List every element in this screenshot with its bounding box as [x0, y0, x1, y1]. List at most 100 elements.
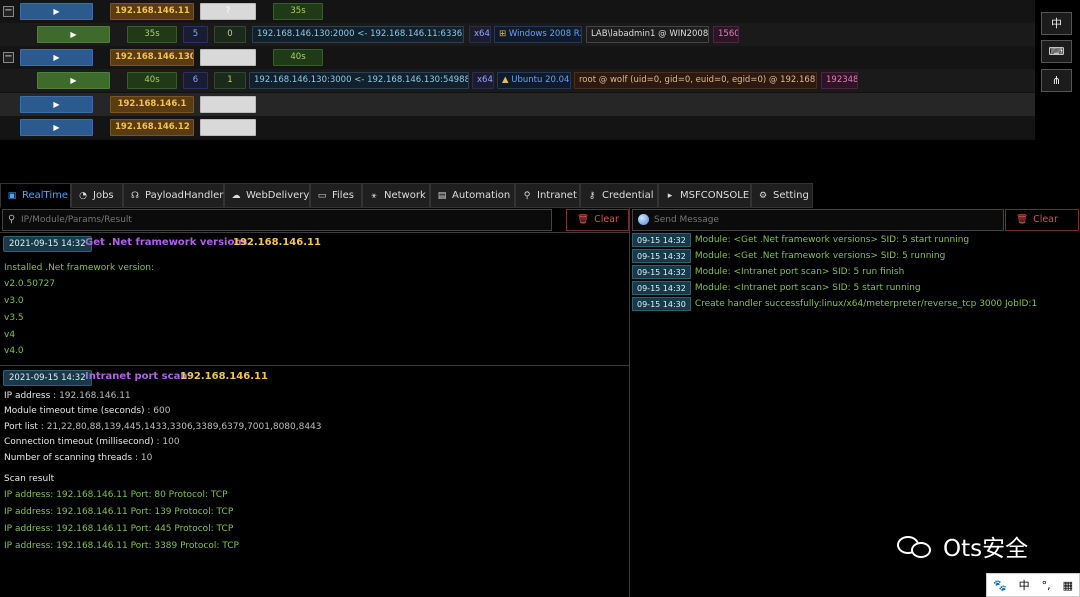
param-key: IP address [4, 391, 51, 401]
log-message: Create handler successfully:linux/x64/me… [694, 299, 1038, 309]
session-os-label: Windows 2008 R2 [508, 29, 582, 39]
headset-icon: ☊ [131, 191, 139, 201]
tab-msfconsole[interactable]: ▸ MSFCONSOLE [658, 183, 751, 208]
clear-label: Clear [1033, 214, 1058, 225]
watermark-text: Ots安全 [943, 536, 1029, 562]
log-time: 09-15 14:32 [632, 249, 691, 263]
host-row[interactable]: − ▶ 192.168.146.11 ? 35s [0, 0, 1035, 23]
param-key: Module timeout time (seconds) [4, 406, 145, 416]
session-os-label: Ubuntu 20.04 [511, 75, 570, 85]
collapse-icon[interactable]: − [3, 6, 14, 17]
log-message: Module: <Get .Net framework versions> SI… [694, 251, 946, 261]
session-tunnel: 192.168.146.130:3000 <- 192.168.146.130:… [249, 72, 469, 89]
search-input[interactable] [21, 210, 549, 230]
paw-icon[interactable]: 🐾 [993, 579, 1007, 592]
result-ip: 192.168.146.11 [180, 371, 268, 382]
session-os: ▲ Ubuntu 20.04 [497, 72, 571, 89]
console-icon[interactable]: ⌨ [1041, 40, 1072, 63]
result-line: v3.5 [4, 313, 24, 323]
tab-label: Setting [773, 190, 809, 201]
tab-webdelivery[interactable]: ☁ WebDelivery [224, 183, 310, 208]
param-value: 21,22,80,88,139,445,1433,3306,3389,6379,… [46, 422, 322, 432]
host-status [200, 96, 256, 113]
param-value: 192.168.146.11 [59, 391, 131, 401]
result-module-title: Get .Net framework versions [85, 237, 248, 248]
ime-tray[interactable]: 🐾 中 °, ▦ [986, 573, 1080, 597]
trash-icon: 🗑 [1016, 214, 1029, 225]
ime-language[interactable]: 中 [1019, 577, 1030, 593]
clear-label: Clear [594, 214, 619, 225]
host-action-button[interactable]: ▶ [20, 119, 93, 136]
tab-setting[interactable]: ⚙ Setting [751, 183, 813, 208]
tab-label: WebDelivery [246, 190, 310, 201]
session-action-button[interactable]: ▶ [37, 26, 110, 43]
tab-label: Jobs [93, 190, 114, 201]
watermark: Ots安全 [897, 530, 1028, 562]
session-action-button[interactable]: ▶ [37, 72, 110, 89]
session-user: root @ wolf (uid=0, gid=0, euid=0, egid=… [574, 72, 817, 89]
result-ip: 192.168.146.11 [233, 237, 321, 248]
log-row: 09-15 14:32 Module: <Intranet port scan> … [632, 265, 904, 279]
grid-icon[interactable]: ▦ [1063, 579, 1073, 592]
host-table: − ▶ 192.168.146.11 ? 35s ▶ 35s 5 0 192.1… [0, 0, 1035, 140]
host-action-button[interactable]: ▶ [20, 96, 93, 113]
host-action-button[interactable]: ▶ [20, 49, 93, 66]
session-pid: 192348 [821, 72, 858, 89]
session-count: 0 [214, 26, 246, 43]
tab-credential[interactable]: ⚷ Credential [580, 183, 658, 208]
tab-realtime[interactable]: ▣ RealTime [0, 183, 71, 208]
session-time: 35s [127, 26, 177, 43]
wechat-icon [897, 533, 937, 559]
message-input[interactable] [654, 210, 1000, 230]
host-row[interactable]: − ▶ 192.168.146.130 40s [0, 46, 1035, 69]
session-arch: x64 [469, 26, 491, 43]
key-icon: ⚷ [588, 191, 596, 201]
param-line: Port list : 21,22,80,88,139,445,1433,330… [4, 422, 322, 432]
result-line: v2.0.50727 [4, 279, 56, 289]
log-time: 09-15 14:30 [632, 297, 691, 311]
host-action-button[interactable]: ▶ [20, 3, 93, 20]
result-block: 2021-09-15 14:32 Get .Net framework vers… [0, 232, 629, 365]
language-button[interactable]: 中 [1041, 12, 1072, 35]
tab-network[interactable]: ⚹ Network [362, 183, 430, 208]
tab-payloadhandler[interactable]: ☊ PayloadHandler [123, 183, 224, 208]
clear-messages-button[interactable]: 🗑 Clear [1005, 209, 1079, 231]
log-time: 09-15 14:32 [632, 265, 691, 279]
log-message: Module: <Get .Net framework versions> SI… [694, 235, 970, 245]
host-row[interactable]: ▶ 192.168.146.12 [0, 116, 1035, 139]
tab-automation[interactable]: ▤ Automation [430, 183, 515, 208]
scan-line: IP address: 192.168.146.11 Port: 445 Pro… [4, 524, 234, 534]
network-topology-icon[interactable]: ⋔ [1041, 69, 1072, 92]
scan-line: IP address: 192.168.146.11 Port: 139 Pro… [4, 507, 234, 517]
tab-files[interactable]: ▭ Files [310, 183, 362, 208]
log-time: 09-15 14:32 [632, 281, 691, 295]
session-row[interactable]: ▶ 35s 5 0 192.168.146.130:2000 <- 192.16… [0, 23, 1035, 46]
result-time: 2021-09-15 14:32 [3, 236, 92, 252]
realtime-results-panel: ⚲ 🗑 Clear 2021-09-15 14:32 Get .Net frame… [0, 208, 630, 597]
param-value: 100 [162, 437, 180, 447]
session-row[interactable]: ▶ 40s 6 1 192.168.146.130:3000 <- 192.16… [0, 69, 1035, 92]
log-message: Module: <Intranet port scan> SID: 5 star… [694, 283, 921, 293]
clear-results-button[interactable]: 🗑 Clear [566, 209, 629, 231]
tab-jobs[interactable]: ◔ Jobs [71, 183, 123, 208]
param-key: Number of scanning threads [4, 453, 133, 463]
host-row[interactable]: ▶ 192.168.146.1 [0, 93, 1035, 116]
cloud-icon: ☁ [231, 191, 241, 201]
search-icon: ⚲ [8, 214, 16, 225]
session-pid: 1560 [713, 26, 739, 43]
tab-label: Intranet [537, 190, 577, 201]
collapse-icon[interactable]: − [3, 52, 14, 63]
host-ip: 192.168.146.1 [110, 96, 194, 113]
punctuation-icon[interactable]: °, [1042, 579, 1051, 592]
param-line: Number of scanning threads : 10 [4, 453, 153, 463]
log-row: 09-15 14:32 Module: <Intranet port scan> … [632, 281, 921, 295]
result-block: 2021-09-15 14:32 Intranet port scan 192.… [0, 365, 629, 597]
automation-icon: ▤ [437, 191, 447, 201]
session-count: 1 [214, 72, 246, 89]
log-row: 09-15 14:30 Create handler successfully:l… [632, 297, 1037, 311]
tab-intranet[interactable]: ⚲ Intranet [515, 183, 580, 208]
result-search: ⚲ [2, 209, 552, 231]
scan-line: IP address: 192.168.146.11 Port: 80 Prot… [4, 490, 228, 500]
param-key: Port list [4, 422, 38, 432]
intranet-icon: ⚲ [523, 191, 531, 201]
